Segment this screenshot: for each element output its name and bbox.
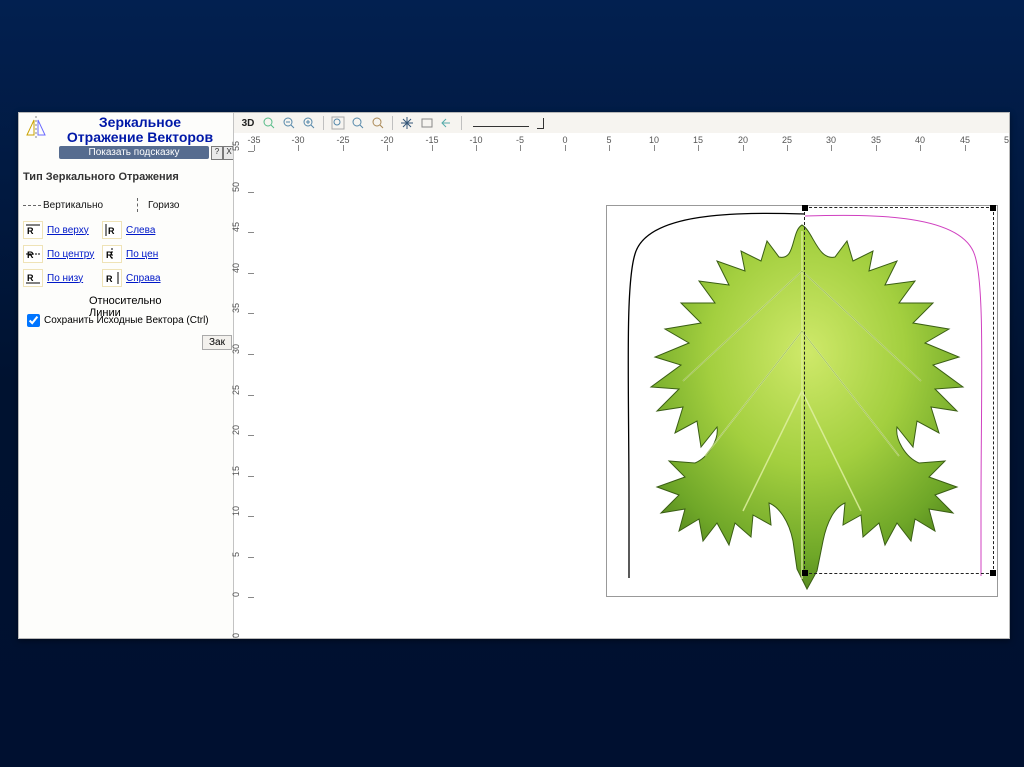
ruler-v-tick: 10 bbox=[231, 504, 241, 516]
keep-source-checkbox[interactable] bbox=[27, 314, 40, 327]
view-prev-icon[interactable] bbox=[418, 114, 436, 132]
canvas-toolbar: 3D bbox=[234, 113, 1010, 134]
toolbar-sep-3 bbox=[461, 116, 462, 130]
help-button[interactable]: ? bbox=[211, 146, 223, 160]
ruler-v-tick: 50 bbox=[231, 180, 241, 192]
keep-source-row[interactable]: Сохранить Исходные Вектора (Ctrl) bbox=[23, 311, 209, 330]
ruler-h-tick: 0 bbox=[562, 135, 567, 145]
mirror-tool-icon bbox=[23, 115, 49, 139]
dash-v-icon bbox=[128, 198, 148, 212]
ruler-v-tick: 40 bbox=[231, 261, 241, 273]
col-horizontal: Горизо bbox=[148, 200, 208, 211]
mirror-vcenter-link[interactable]: По центру bbox=[47, 249, 102, 260]
3d-toggle[interactable]: 3D bbox=[238, 114, 258, 132]
col-vertical: Вертикально bbox=[43, 200, 128, 211]
handle-br[interactable] bbox=[990, 570, 996, 576]
mirror-left-icon: R bbox=[102, 221, 122, 239]
handle-tl[interactable] bbox=[802, 205, 808, 211]
dash-h-icon bbox=[23, 198, 43, 212]
mirror-left-link[interactable]: Слева bbox=[126, 225, 181, 236]
ruler-h-tick: -35 bbox=[247, 135, 260, 145]
mirror-bottom-link[interactable]: По низу bbox=[47, 273, 102, 284]
zoom-out-icon[interactable] bbox=[280, 114, 298, 132]
ruler-h-tick: 10 bbox=[649, 135, 659, 145]
mirror-bottom-icon: R bbox=[23, 269, 43, 287]
selection-marquee[interactable] bbox=[804, 207, 994, 574]
mirror-right-icon: R bbox=[102, 269, 122, 287]
ruler-v-tick: 20 bbox=[231, 423, 241, 435]
zoom-in-icon[interactable] bbox=[300, 114, 318, 132]
mirror-row-3: R По низу R Справа bbox=[23, 267, 231, 289]
ruler-h-tick: 20 bbox=[738, 135, 748, 145]
app-window: Зеркальное Отражение Векторов Показать п… bbox=[18, 112, 1010, 639]
sidebar-title: Зеркальное Отражение Векторов bbox=[49, 115, 231, 145]
zoom-fit-icon[interactable] bbox=[260, 114, 278, 132]
mirror-top-link[interactable]: По верху bbox=[47, 225, 102, 236]
ruler-vertical: 55504540353025201510500 bbox=[234, 151, 255, 638]
mirror-vcenter-icon: R bbox=[23, 245, 43, 263]
svg-text:R: R bbox=[106, 250, 113, 260]
ruler-h-tick: 30 bbox=[826, 135, 836, 145]
svg-text:R: R bbox=[106, 274, 113, 284]
title-line-1: Зеркальное bbox=[99, 114, 181, 130]
canvas-area: 3D -35 -30 -25 -20 -15 -10 -5 0 5 10 15 20 25 30 35 40 4… bbox=[234, 113, 1009, 638]
zoom-window-icon[interactable] bbox=[329, 114, 347, 132]
ruler-v-tick: 25 bbox=[231, 383, 241, 395]
show-hint-button[interactable]: Показать подсказку bbox=[59, 146, 209, 159]
ruler-v-tick: 0 bbox=[231, 585, 241, 597]
mirror-options: Вертикально Горизо R По верху R Слева R … bbox=[23, 193, 231, 319]
zoom-selected-icon[interactable] bbox=[369, 114, 387, 132]
ruler-v-tick: 45 bbox=[231, 220, 241, 232]
ruler-v-tick: 30 bbox=[231, 342, 241, 354]
ruler-horizontal: -35-30-25-20-15-10-505101520253035404550 bbox=[254, 133, 1009, 152]
ruler-h-tick: 45 bbox=[960, 135, 970, 145]
ruler-h-tick: 50 bbox=[1004, 135, 1010, 145]
ruler-h-tick: -30 bbox=[291, 135, 304, 145]
svg-text:R: R bbox=[108, 226, 115, 236]
mirror-row-2: R По центру R По цен bbox=[23, 243, 231, 265]
toolbar-sep-1 bbox=[323, 116, 324, 130]
close-button[interactable]: Зак bbox=[202, 335, 232, 350]
ruler-v-tick: 0 bbox=[231, 626, 241, 638]
ruler-h-tick: -25 bbox=[336, 135, 349, 145]
toolbar-slider-end bbox=[537, 118, 544, 129]
toolbar-sep-2 bbox=[392, 116, 393, 130]
ruler-v-tick: 5 bbox=[231, 545, 241, 557]
mirror-hcenter-link[interactable]: По цен bbox=[126, 249, 181, 260]
svg-text:R: R bbox=[27, 273, 34, 283]
sidebar-panel: Зеркальное Отражение Векторов Показать п… bbox=[19, 113, 234, 638]
ruler-h-tick: 15 bbox=[693, 135, 703, 145]
ruler-h-tick: 5 bbox=[606, 135, 611, 145]
mirror-header-row: Вертикально Горизо bbox=[23, 193, 231, 217]
view-next-icon[interactable] bbox=[438, 114, 456, 132]
pan-icon[interactable] bbox=[398, 114, 416, 132]
handle-tr[interactable] bbox=[990, 205, 996, 211]
ruler-v-tick: 55 bbox=[231, 139, 241, 151]
ruler-v-tick: 15 bbox=[231, 464, 241, 476]
viewport[interactable] bbox=[254, 151, 1009, 638]
mirror-top-icon: R bbox=[23, 221, 43, 239]
ruler-h-tick: -5 bbox=[516, 135, 524, 145]
handle-bl[interactable] bbox=[802, 570, 808, 576]
ruler-h-tick: 35 bbox=[871, 135, 881, 145]
mirror-hcenter-icon: R bbox=[102, 245, 122, 263]
ruler-h-tick: 25 bbox=[782, 135, 792, 145]
mirror-row-1: R По верху R Слева bbox=[23, 219, 231, 241]
title-line-2: Отражение Векторов bbox=[67, 129, 213, 145]
toolbar-slider[interactable] bbox=[473, 120, 529, 127]
keep-source-label: Сохранить Исходные Вектора (Ctrl) bbox=[44, 315, 209, 326]
ruler-h-tick: -10 bbox=[469, 135, 482, 145]
svg-text:R: R bbox=[27, 226, 34, 236]
ruler-h-tick: -15 bbox=[425, 135, 438, 145]
section-label: Тип Зеркального Отражения bbox=[23, 171, 179, 183]
svg-text:R: R bbox=[27, 250, 34, 260]
ruler-h-tick: 40 bbox=[915, 135, 925, 145]
mirror-right-link[interactable]: Справа bbox=[126, 273, 181, 284]
ruler-h-tick: -20 bbox=[380, 135, 393, 145]
ruler-v-tick: 35 bbox=[231, 301, 241, 313]
zoom-extents-icon[interactable] bbox=[349, 114, 367, 132]
